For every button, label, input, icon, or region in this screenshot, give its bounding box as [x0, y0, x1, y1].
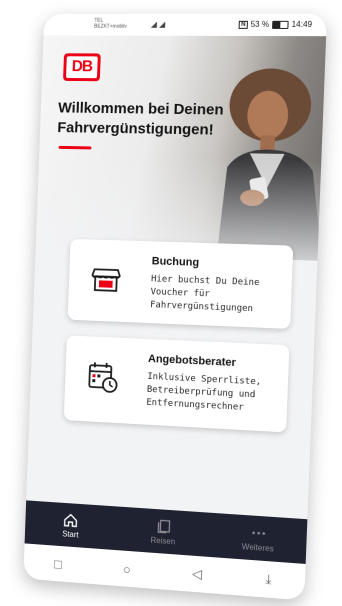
back-button[interactable]: ◁: [188, 564, 207, 583]
buchung-description: Hier buchst Du Deine Voucher für Fahrver…: [150, 273, 282, 317]
signal-icon: ◢ ◢: [151, 20, 166, 29]
calendar-clock-icon: [84, 358, 120, 395]
buchung-title: Buchung: [152, 255, 200, 269]
recents-button[interactable]: □: [49, 554, 67, 573]
clock: 14:49: [291, 20, 312, 29]
db-logo: DB: [63, 53, 101, 81]
nav-reisen[interactable]: Reisen: [128, 516, 198, 548]
phone-screen: TEL BEZKT+mobilv ◢ ◢ N 53 % 14:49 DB Wil…: [23, 14, 327, 601]
nav-weiteres-label: Weiteres: [242, 542, 274, 553]
shop-icon: [88, 261, 124, 298]
more-dots-icon: [250, 524, 267, 541]
nav-reisen-label: Reisen: [150, 535, 175, 546]
nav-weiteres[interactable]: Weiteres: [222, 522, 294, 554]
angebotsberater-description: Inklusive Sperrliste, Betreiberprüfung u…: [146, 371, 278, 417]
nfc-icon: N: [239, 20, 248, 28]
welcome-heading: Willkommen bei Deinen Fahrvergünstigunge…: [57, 99, 236, 141]
nav-start[interactable]: Start: [37, 509, 106, 540]
tickets-icon: [155, 518, 171, 535]
home-icon: [63, 511, 79, 528]
buchung-card[interactable]: Buchung Hier buchst Du Deine Voucher für…: [68, 239, 294, 329]
battery-icon: [272, 20, 289, 28]
notification-pull-button[interactable]: ⤓: [259, 570, 278, 590]
db-logo-text: DB: [66, 56, 98, 78]
welcome-accent-line: [59, 146, 92, 150]
nav-start-label: Start: [62, 529, 79, 539]
angebotsberater-title: Angebotsberater: [148, 353, 236, 369]
angebotsberater-card[interactable]: Angebotsberater Inklusive Sperrliste, Be…: [64, 335, 290, 432]
hero-banner: DB Willkommen bei Deinen Fahrvergünstigu…: [36, 35, 327, 260]
stage: TEL BEZKT+mobilv ◢ ◢ N 53 % 14:49 DB Wil…: [0, 0, 342, 606]
status-bar: TEL BEZKT+mobilv ◢ ◢ N 53 % 14:49: [44, 14, 327, 36]
battery-percent: 53 %: [250, 20, 269, 29]
carrier-line-2: BEZKT+mobilv: [94, 24, 127, 30]
home-button[interactable]: ○: [118, 559, 136, 578]
carrier-info: TEL BEZKT+mobilv: [94, 18, 127, 30]
status-right: N 53 % 14:49: [239, 20, 312, 29]
